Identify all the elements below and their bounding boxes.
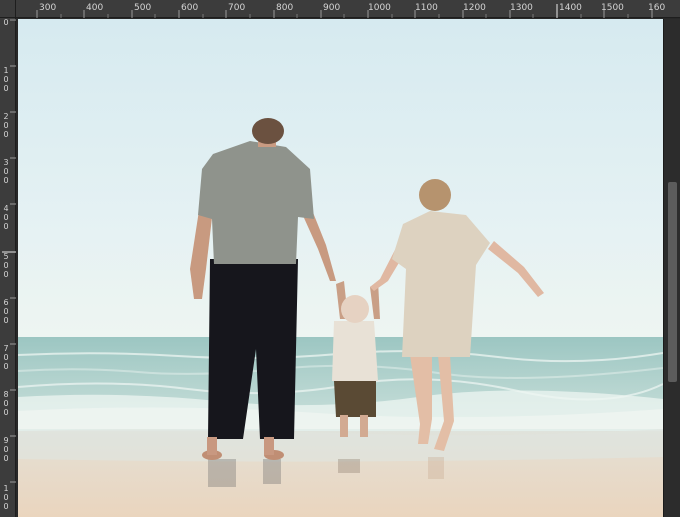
ruler-top-label: 1500 <box>601 3 624 13</box>
ruler-left-label: 200 <box>3 112 9 139</box>
ruler-left-label: 100 <box>3 484 9 511</box>
ruler-left-label: 500 <box>3 252 9 279</box>
child-figure <box>332 281 380 437</box>
ruler-left-label: 300 <box>3 158 9 185</box>
ruler-left-label: 0 <box>3 18 9 27</box>
ruler-top-label: 160 <box>648 3 666 13</box>
vertical-ruler[interactable]: 0 100 200 300 400 500 600 700 800 900 10… <box>0 18 16 517</box>
ruler-top-label: 1100 <box>415 3 438 13</box>
ruler-top-label: 1300 <box>510 3 533 13</box>
ruler-top-label: 800 <box>276 3 294 13</box>
ruler-left-label: 800 <box>3 390 9 417</box>
ruler-left-label: 900 <box>3 436 9 463</box>
ruler-left-label: 600 <box>3 298 9 325</box>
ruler-left-label: 700 <box>3 344 9 371</box>
ruler-left-label: 100 <box>3 66 9 93</box>
image-canvas[interactable] <box>18 19 663 517</box>
ruler-top-label: 1400 <box>559 3 582 13</box>
ruler-origin-corner[interactable] <box>0 0 16 18</box>
photo-editor-workspace: 300 400 500 600 700 800 900 1000 1100 12… <box>0 0 680 517</box>
ruler-top-label: 500 <box>134 3 152 13</box>
ruler-top-label: 300 <box>39 3 57 13</box>
vertical-scrollbar[interactable] <box>663 19 680 517</box>
ruler-top-label: 400 <box>86 3 104 13</box>
horizontal-ruler[interactable]: 300 400 500 600 700 800 900 1000 1100 12… <box>0 0 680 18</box>
ruler-left-label: 400 <box>3 204 9 231</box>
ruler-top-label: 1000 <box>368 3 391 13</box>
ruler-top-label: 700 <box>228 3 246 13</box>
ruler-top-label: 600 <box>181 3 199 13</box>
beach-family-photo <box>18 19 663 517</box>
ruler-top-label: 900 <box>323 3 341 13</box>
scrollbar-thumb[interactable] <box>668 182 677 382</box>
ruler-top-label: 1200 <box>463 3 486 13</box>
